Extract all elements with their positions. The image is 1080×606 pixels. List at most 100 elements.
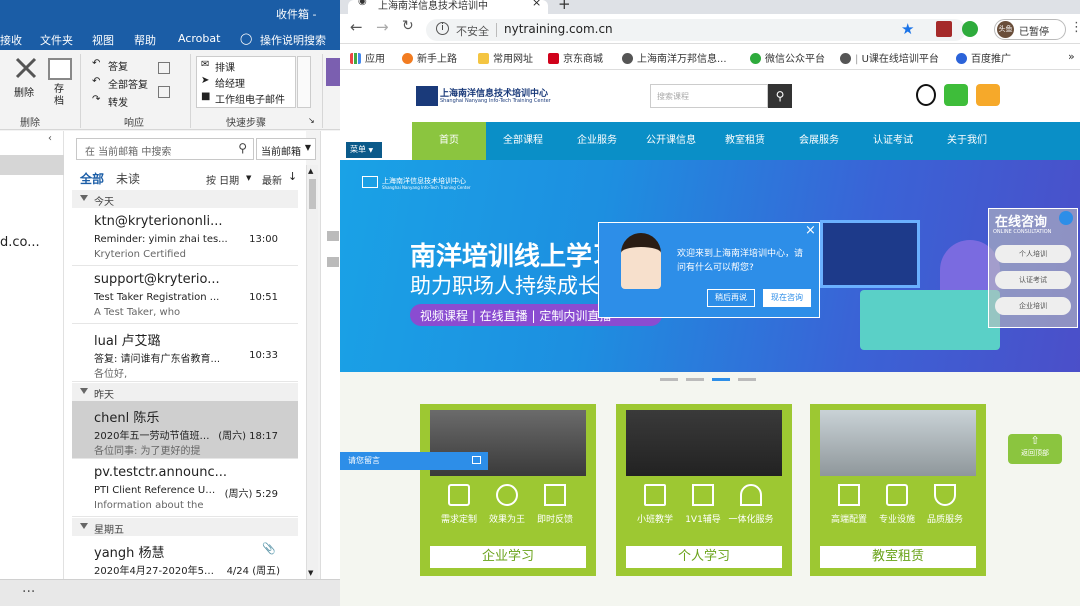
carousel-dot-active[interactable]: [712, 378, 730, 381]
mail-item[interactable]: ktn@kryteriononli... Reminder: yimin zha…: [72, 208, 298, 266]
selected-folder[interactable]: [0, 155, 64, 175]
menu-acrobat[interactable]: Acrobat: [178, 32, 220, 45]
consult-personal[interactable]: 个人培训: [995, 245, 1071, 263]
bookmark-common-urls[interactable]: 常用网址: [478, 50, 533, 65]
browser-tab[interactable]: ◉ 上海南洋信息技术培训中 ×: [348, 0, 548, 14]
profile-button[interactable]: 头鱼 已暂停: [994, 19, 1066, 40]
nav-about[interactable]: 关于我们: [930, 122, 1004, 160]
folder-truncated-label[interactable]: d.co...: [0, 235, 40, 250]
new-tab-button[interactable]: +: [558, 0, 571, 13]
menu-button[interactable]: 菜单 ▼: [346, 142, 382, 158]
mail-item[interactable]: yangh 杨慧 2020年4月27-2020年5月... 4/24 (周五) …: [72, 536, 298, 579]
leave-message-bar[interactable]: 请您留言: [340, 452, 488, 470]
meeting-icon[interactable]: [158, 62, 170, 74]
reload-icon[interactable]: ↻: [402, 18, 414, 34]
sort-by-dropdown[interactable]: 按 日期: [206, 172, 239, 187]
tell-me-search[interactable]: 操作说明搜索: [260, 32, 326, 48]
bookmark-apps[interactable]: 应用: [350, 50, 385, 65]
url-text[interactable]: nytraining.com.cn: [504, 22, 613, 36]
menu-view[interactable]: 视图: [92, 32, 114, 48]
filter-unread-tab[interactable]: 未读: [116, 170, 140, 187]
bookmarks-overflow-icon[interactable]: »: [1068, 50, 1075, 63]
collapse-pane-icon[interactable]: ‹: [48, 133, 52, 144]
carousel-dot[interactable]: [686, 378, 704, 381]
nav-classroom-rental[interactable]: 教室租赁: [708, 122, 782, 160]
forward-button[interactable]: 转发: [108, 94, 128, 109]
bookmark-nanyang[interactable]: 上海南洋万邦信息...: [622, 50, 727, 65]
site-logo-icon[interactable]: [416, 86, 438, 106]
chat-later-button[interactable]: 稍后再说: [707, 289, 755, 307]
quick-step-1[interactable]: 排课: [215, 59, 235, 74]
consult-enterprise[interactable]: 企业培训: [995, 297, 1071, 315]
group-header-friday[interactable]: 星期五: [72, 518, 298, 536]
wechat-icon[interactable]: [944, 84, 968, 106]
consult-certification[interactable]: 认证考试: [995, 271, 1071, 289]
quick-step-3[interactable]: 工作组电子邮件: [215, 91, 285, 106]
service-card-enterprise[interactable]: 需求定制 效果为王 即时反馈 企业学习: [420, 404, 596, 576]
mail-item[interactable]: support@kryterio... Test Taker Registrat…: [72, 266, 298, 324]
bookmark-baidu[interactable]: 百度推广: [956, 50, 1011, 65]
qq-icon[interactable]: [916, 84, 936, 106]
mail-search-box[interactable]: 在 当前邮箱 中搜索 ⚲: [76, 138, 254, 160]
back-arrow-icon[interactable]: ←: [350, 18, 363, 36]
mail-search-input[interactable]: 在 当前邮箱 中搜索: [85, 143, 171, 158]
scroll-up-icon[interactable]: ▲: [308, 167, 313, 175]
nav-open-courses[interactable]: 公开课信息: [634, 122, 708, 160]
nav-certification[interactable]: 认证考试: [856, 122, 930, 160]
close-icon[interactable]: ×: [805, 223, 816, 238]
bookmark-star-icon[interactable]: ★: [901, 20, 914, 38]
delete-button[interactable]: 删除: [14, 84, 34, 99]
scroll-down-icon[interactable]: ▼: [308, 569, 313, 577]
mail-item-selected[interactable]: chenl 陈乐 2020年五一劳动节值班安排 (周六) 18:17 各位同事:…: [72, 401, 298, 459]
nav-home[interactable]: 首页: [412, 122, 486, 160]
nav-all-courses[interactable]: 全部课程: [486, 122, 560, 160]
message-list-scrollbar[interactable]: ▲ ▼: [306, 165, 318, 579]
weibo-icon[interactable]: [976, 84, 1000, 106]
forward-arrow-icon[interactable]: →: [376, 18, 389, 36]
carousel-dot[interactable]: [738, 378, 756, 381]
omnibox[interactable]: i 不安全 nytraining.com.cn ★: [426, 19, 966, 41]
reply-button[interactable]: 答复: [108, 58, 128, 73]
mail-item[interactable]: lual 卢艾璐 答复: 请问谁有广东省教育... 10:33 各位好,: [72, 324, 298, 382]
service-card-personal[interactable]: 小班教学 1V1辅导 一体化服务 个人学习: [616, 404, 792, 576]
bookmark-jd[interactable]: 京东商城: [548, 50, 603, 65]
dialog-launcher-icon[interactable]: ↘: [308, 116, 315, 125]
card-button[interactable]: 教室租赁: [820, 546, 976, 568]
search-scope-dropdown[interactable]: 当前邮箱 ▼: [256, 138, 316, 160]
chat-now-button[interactable]: 现在咨询: [763, 289, 811, 307]
sort-order-toggle[interactable]: 最新: [262, 172, 282, 187]
filter-all-tab[interactable]: 全部: [80, 170, 104, 187]
menu-receive[interactable]: 接收: [0, 32, 22, 48]
info-icon[interactable]: i: [436, 22, 449, 35]
chrome-menu-icon[interactable]: ⋮: [1070, 20, 1080, 35]
service-card-classroom[interactable]: 高端配置 专业设施 品质服务 教室租赁: [810, 404, 986, 576]
nav-enterprise[interactable]: 企业服务: [560, 122, 634, 160]
archive-button[interactable]: 存档: [54, 84, 66, 108]
extension-icon[interactable]: [962, 21, 978, 37]
more-apps-icon[interactable]: ···: [22, 584, 35, 600]
more-respond-icon[interactable]: [158, 86, 170, 98]
carousel-dot[interactable]: [660, 378, 678, 381]
quick-step-2[interactable]: 给经理: [215, 75, 245, 90]
bookmark-ukecheng[interactable]: | U课在线培训平台: [840, 50, 939, 65]
close-tab-icon[interactable]: ×: [532, 0, 541, 9]
group-header-yesterday[interactable]: 昨天: [72, 383, 298, 401]
expand-icon[interactable]: [472, 456, 481, 464]
scrollbar-thumb[interactable]: [309, 179, 316, 209]
reply-all-button[interactable]: 全部答复: [108, 76, 148, 91]
course-search-input[interactable]: 搜索课程: [650, 84, 768, 108]
onenote-icon[interactable]: [326, 58, 340, 86]
bookmark-getting-started[interactable]: 新手上路: [402, 50, 457, 65]
nav-exhibition[interactable]: 会展服务: [782, 122, 856, 160]
card-button[interactable]: 个人学习: [626, 546, 782, 568]
mail-item[interactable]: pv.testctr.announc... PTI Client Referen…: [72, 459, 298, 517]
quick-steps-scroll[interactable]: [297, 56, 311, 108]
search-button[interactable]: ⚲: [768, 84, 792, 108]
back-to-top-button[interactable]: ⇧ 返回顶部: [1008, 434, 1062, 464]
menu-help[interactable]: 帮助: [134, 32, 156, 48]
menu-folder[interactable]: 文件夹: [40, 32, 73, 48]
group-header-today[interactable]: 今天: [72, 190, 298, 208]
acrobat-extension-icon[interactable]: [936, 21, 952, 37]
bookmark-wechat[interactable]: 微信公众平台: [750, 50, 825, 65]
card-button[interactable]: 企业学习: [430, 546, 586, 568]
